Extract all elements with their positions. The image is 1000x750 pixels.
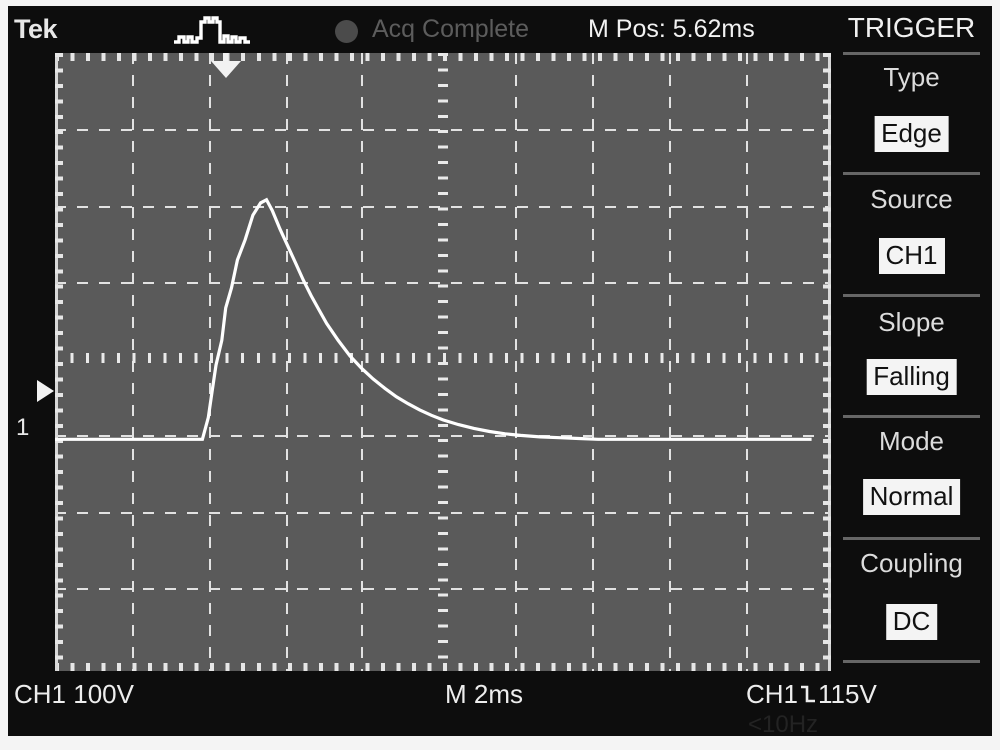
scope-screen: Tek Acq Complete M Pos: 5.62ms 1 TRIGGER… xyxy=(8,6,992,736)
waveform-trace-ch1 xyxy=(55,197,812,441)
falling-edge-glyph xyxy=(799,682,817,708)
trigger-level-text: 115V xyxy=(818,679,877,709)
acq-status-text: Acq Complete xyxy=(372,15,530,43)
trigger-slope-value[interactable]: Falling xyxy=(866,359,957,395)
graticule xyxy=(55,53,831,671)
menu-divider xyxy=(843,172,980,175)
trigger-menu-title: TRIGGER xyxy=(847,12,976,43)
trigger-mode-label: Mode xyxy=(878,426,945,456)
oscilloscope-screenshot: Tek Acq Complete M Pos: 5.62ms 1 TRIGGER… xyxy=(0,0,1000,750)
trigger-coupling-label: Coupling xyxy=(860,548,963,578)
bottom-status-bar: CH1 100V M 2ms CH1 115V <10Hz xyxy=(8,671,992,736)
menu-divider xyxy=(843,415,980,418)
trigger-level-readout: CH1 115V xyxy=(746,681,877,708)
horizontal-position-readout: M Pos: 5.62ms xyxy=(588,15,755,43)
waveform-display-area[interactable] xyxy=(55,53,831,671)
menu-divider xyxy=(843,52,980,55)
timebase-readout: M 2ms xyxy=(445,679,523,709)
trigger-type-label: Type xyxy=(883,62,940,92)
channel-1-marker: 1 xyxy=(16,414,30,441)
ground-reference-arrow[interactable] xyxy=(37,380,54,402)
tek-brand-logo: Tek xyxy=(14,14,58,44)
trigger-source-label: Source xyxy=(870,184,953,214)
trigger-slope-label: Slope xyxy=(878,307,945,337)
trigger-source-text: CH1 xyxy=(746,679,799,709)
trigger-mode-value[interactable]: Normal xyxy=(862,479,961,515)
trigger-coupling-value[interactable]: DC xyxy=(885,604,938,640)
trigger-menu-panel: TRIGGER Type Edge Source CH1 Slope Falli… xyxy=(831,6,992,671)
trigger-frequency-readout: <10Hz xyxy=(748,711,819,737)
pulse-waveform-icon xyxy=(174,14,250,48)
channel-scale-readout: CH1 100V xyxy=(14,679,134,709)
menu-divider xyxy=(843,537,980,540)
trigger-source-value[interactable]: CH1 xyxy=(878,238,945,274)
trigger-type-value[interactable]: Edge xyxy=(874,116,949,152)
menu-divider xyxy=(843,294,980,297)
menu-divider xyxy=(843,660,980,663)
acquisition-status-dot xyxy=(335,20,358,43)
